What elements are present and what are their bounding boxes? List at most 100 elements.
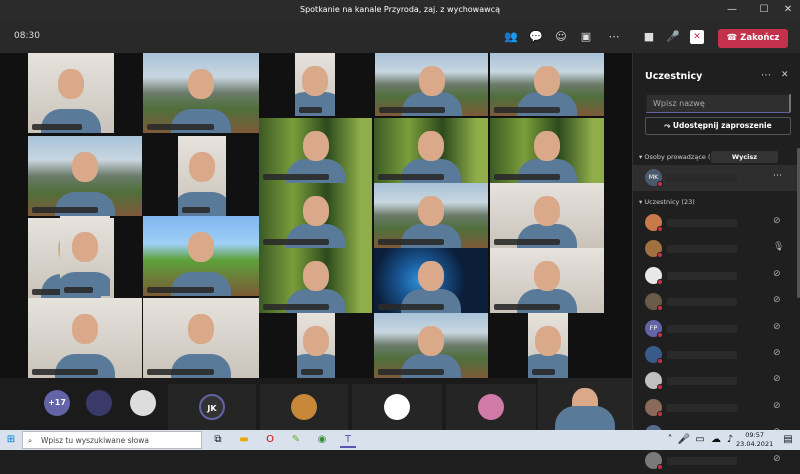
minimize-icon[interactable]: — bbox=[720, 0, 744, 20]
teams-icon[interactable]: T bbox=[340, 432, 356, 448]
mic-off-icon[interactable]: ⊘ bbox=[773, 401, 781, 411]
attendee-row[interactable]: ⊘ bbox=[633, 368, 797, 394]
participant-name-label bbox=[263, 304, 329, 310]
participant-face bbox=[72, 232, 98, 262]
microphone-icon[interactable]: 🎤 bbox=[664, 28, 682, 46]
video-tile[interactable] bbox=[143, 53, 259, 133]
notifications-icon[interactable]: ▤ bbox=[780, 432, 796, 448]
self-video-tile[interactable] bbox=[538, 378, 632, 430]
presenter-row[interactable]: MK ⋯ bbox=[633, 165, 797, 191]
attendees-section-label[interactable]: ▾ Uczestnicy (23) bbox=[639, 198, 695, 206]
chat-icon[interactable]: 💬 bbox=[527, 28, 545, 46]
presenters-label: Osoby prowadzące (1) bbox=[644, 153, 718, 161]
video-tile[interactable] bbox=[446, 384, 536, 430]
video-tile[interactable] bbox=[490, 53, 604, 116]
participant-search-input[interactable] bbox=[645, 93, 791, 113]
mic-off-icon[interactable]: ⊘ bbox=[773, 348, 781, 358]
participant-name-label bbox=[182, 207, 210, 213]
video-tile[interactable] bbox=[374, 313, 488, 378]
video-tile[interactable] bbox=[490, 248, 604, 313]
system-clock[interactable]: 09:57 23.04.2021 bbox=[736, 431, 773, 449]
share-tray-icon[interactable]: ✕ bbox=[690, 30, 704, 44]
attendee-row[interactable]: FP ⊘ bbox=[633, 316, 797, 342]
tray-mic-icon[interactable]: 🎤 bbox=[676, 432, 692, 448]
video-tile[interactable] bbox=[375, 53, 488, 116]
video-tile[interactable] bbox=[528, 313, 568, 378]
attendee-row[interactable]: ⊘ bbox=[633, 289, 797, 315]
video-tile[interactable]: JK bbox=[168, 384, 256, 430]
more-actions-icon[interactable]: ⋯ bbox=[605, 28, 623, 46]
video-tile[interactable] bbox=[178, 136, 226, 216]
close-icon[interactable]: ✕ bbox=[776, 0, 800, 20]
video-tile[interactable] bbox=[259, 183, 372, 248]
opera-icon[interactable]: O bbox=[262, 432, 278, 448]
video-tile[interactable] bbox=[260, 384, 348, 430]
video-tile[interactable] bbox=[259, 248, 372, 313]
avatar bbox=[478, 394, 504, 420]
avatar[interactable] bbox=[130, 390, 156, 416]
mic-on-icon[interactable]: 🎙 bbox=[773, 242, 784, 252]
mic-off-icon[interactable]: ⊘ bbox=[773, 454, 781, 464]
video-tile[interactable] bbox=[28, 136, 142, 216]
mic-off-icon[interactable]: ⊘ bbox=[773, 295, 781, 305]
attendee-row[interactable]: ⊘ bbox=[633, 210, 797, 236]
end-call-button[interactable]: ☎ Zakończ bbox=[718, 29, 788, 48]
video-tile[interactable] bbox=[352, 384, 442, 430]
avatar: FP bbox=[645, 319, 663, 338]
avatar[interactable] bbox=[86, 390, 112, 416]
video-tile[interactable] bbox=[295, 53, 335, 116]
maximize-icon[interactable]: ☐ bbox=[752, 0, 776, 20]
video-tile[interactable] bbox=[374, 183, 488, 248]
participant-name-label bbox=[378, 369, 445, 375]
video-tile[interactable] bbox=[490, 183, 604, 248]
video-tile[interactable] bbox=[143, 298, 259, 378]
battery-icon[interactable]: ▭ bbox=[692, 432, 708, 448]
mic-off-icon[interactable]: ⊘ bbox=[773, 322, 781, 332]
attendee-row[interactable]: ⊘ bbox=[633, 342, 797, 368]
paint-icon[interactable]: ✎ bbox=[288, 432, 304, 448]
camera-icon[interactable]: ■ bbox=[640, 28, 658, 46]
task-view-icon[interactable]: ⧉ bbox=[210, 432, 226, 448]
participant-name-label bbox=[379, 107, 445, 113]
video-tile[interactable] bbox=[490, 118, 604, 183]
video-tile[interactable] bbox=[28, 298, 142, 378]
video-tile[interactable] bbox=[374, 248, 488, 313]
participant-face bbox=[535, 326, 561, 356]
video-tile[interactable] bbox=[28, 53, 114, 133]
mute-all-button[interactable]: Wycisz wszystkich bbox=[711, 151, 778, 173]
attendee-row[interactable]: 🎙 bbox=[633, 236, 797, 262]
share-invite-button[interactable]: ⤳ Udostępnij zaproszenie bbox=[645, 117, 791, 135]
attendee-row[interactable]: ⊘ bbox=[633, 395, 797, 421]
participant-name bbox=[667, 219, 737, 227]
presenters-section-label[interactable]: ▾ Osoby prowadzące (1) bbox=[639, 153, 717, 161]
windows-start-icon[interactable]: ⊞ bbox=[3, 432, 19, 448]
taskbar-search-box[interactable]: ⌕ Wpisz tu wyszukiwane słowa bbox=[22, 431, 202, 449]
attendee-row[interactable]: ⊘ bbox=[633, 263, 797, 289]
video-tile[interactable] bbox=[60, 216, 110, 296]
more-options-icon[interactable]: ⋯ bbox=[773, 171, 782, 181]
attendee-row[interactable]: ⊘ bbox=[633, 448, 797, 474]
close-panel-icon[interactable]: ✕ bbox=[781, 70, 789, 80]
mic-off-icon[interactable]: ⊘ bbox=[773, 374, 781, 384]
participant-face bbox=[72, 314, 98, 344]
video-tile[interactable] bbox=[143, 216, 259, 296]
more-options-icon[interactable]: ⋯ bbox=[761, 70, 771, 81]
mic-off-icon[interactable]: ⊘ bbox=[773, 216, 781, 226]
status-dot bbox=[657, 181, 663, 187]
video-tile[interactable] bbox=[297, 313, 335, 378]
avatar bbox=[645, 240, 663, 259]
more-participants-badge[interactable]: +17 bbox=[44, 390, 70, 416]
attendees-label: Uczestnicy (23) bbox=[644, 198, 695, 206]
participant-name bbox=[667, 324, 737, 333]
participant-name bbox=[667, 298, 737, 307]
reactions-icon[interactable]: ☺ bbox=[552, 28, 570, 46]
participant-face bbox=[303, 326, 329, 356]
chrome-icon[interactable]: ◉ bbox=[314, 432, 330, 448]
mic-off-icon[interactable]: ⊘ bbox=[773, 269, 781, 279]
video-tile[interactable] bbox=[259, 118, 372, 183]
video-tile[interactable] bbox=[374, 118, 488, 183]
file-explorer-icon[interactable]: ▬ bbox=[236, 432, 252, 448]
rooms-icon[interactable]: ▣ bbox=[577, 28, 595, 46]
participant-face bbox=[188, 232, 214, 262]
participants-icon[interactable]: 👥 bbox=[502, 28, 520, 46]
